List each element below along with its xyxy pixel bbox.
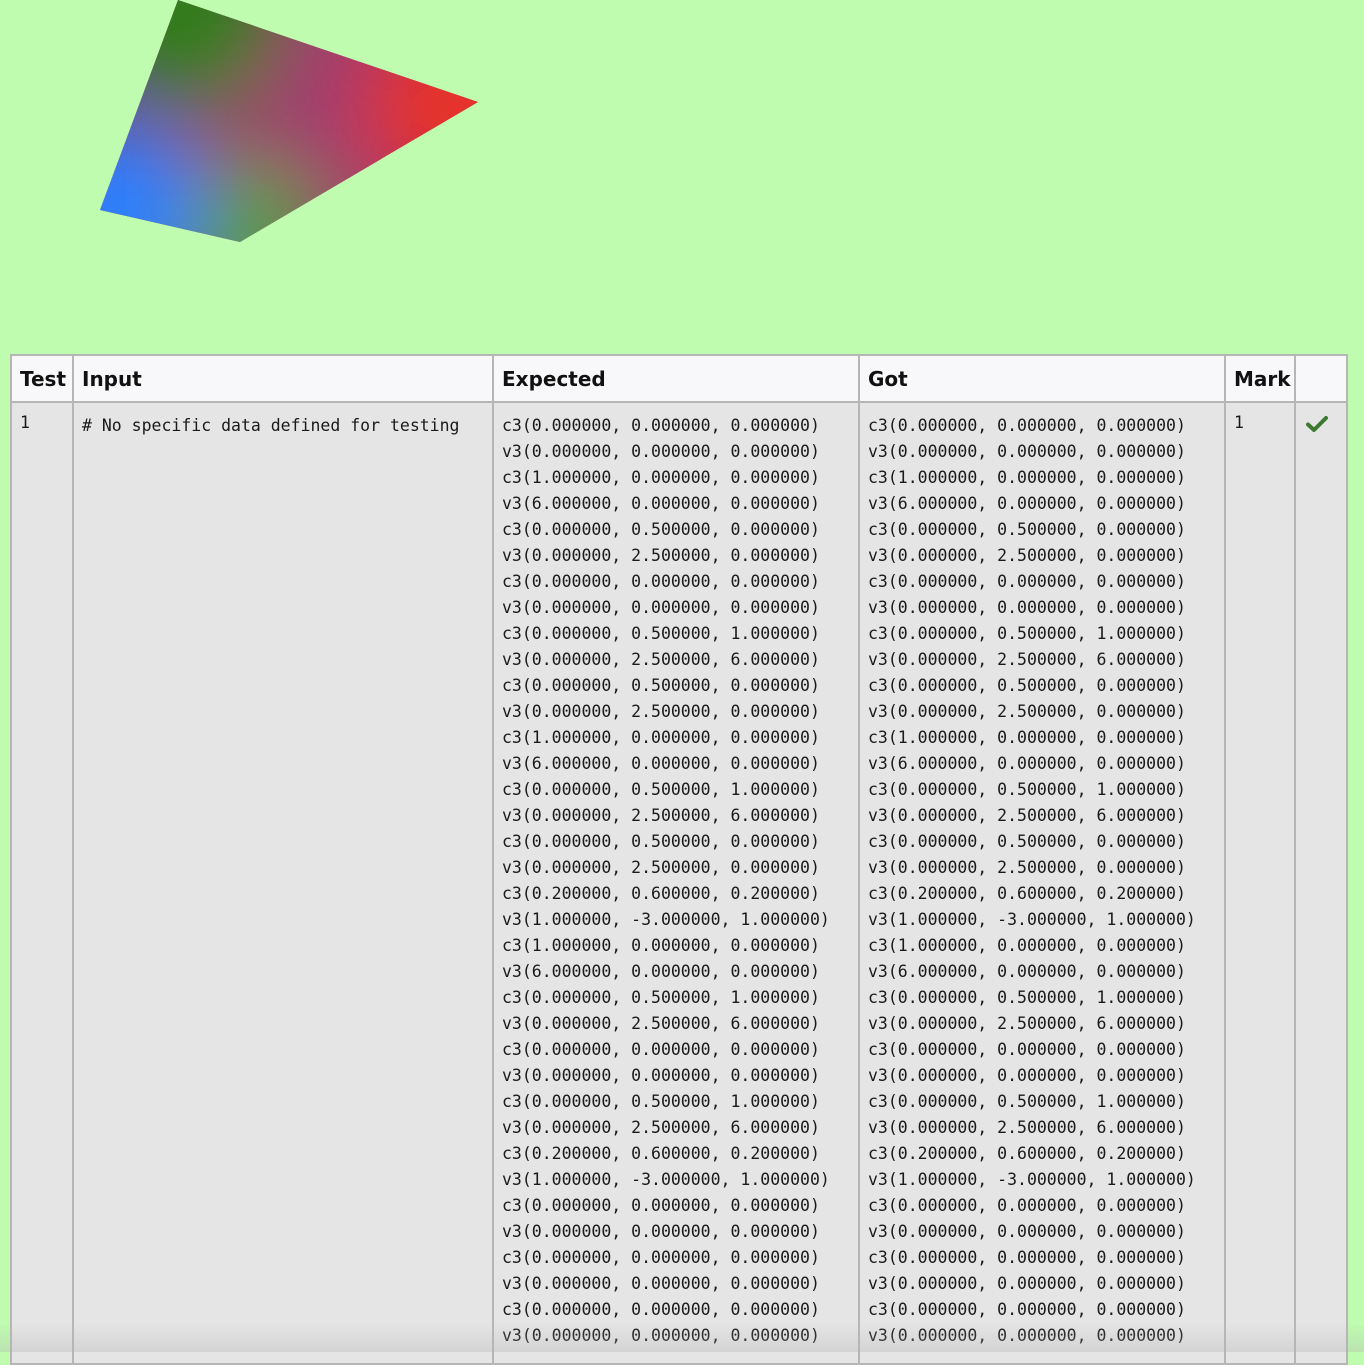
got-line: c3(0.000000, 0.000000, 0.000000)	[868, 572, 1186, 591]
got-line: v3(0.000000, 0.000000, 0.000000)	[868, 1326, 1186, 1345]
got-line: v3(0.000000, 2.500000, 6.000000)	[868, 1014, 1186, 1033]
expected-line: c3(1.000000, 0.000000, 0.000000)	[502, 728, 820, 747]
table-row: 1 # No specific data defined for testing…	[10, 401, 1348, 1365]
got-line: c3(0.000000, 0.500000, 1.000000)	[868, 988, 1186, 1007]
expected-line: v3(0.000000, 2.500000, 0.000000)	[502, 546, 820, 565]
got-line: v3(0.000000, 2.500000, 0.000000)	[868, 702, 1186, 721]
got-line: c3(0.000000, 0.000000, 0.000000)	[868, 416, 1186, 435]
got-line: v3(0.000000, 0.000000, 0.000000)	[868, 1066, 1186, 1085]
cell-expected: c3(0.000000, 0.000000, 0.000000) v3(0.000…	[492, 401, 860, 1365]
got-line: c3(0.000000, 0.000000, 0.000000)	[868, 1040, 1186, 1059]
expected-output: c3(0.000000, 0.000000, 0.000000) v3(0.000…	[502, 413, 850, 1349]
expected-line: c3(0.000000, 0.500000, 0.000000)	[502, 520, 820, 539]
got-line: v3(0.000000, 0.000000, 0.000000)	[868, 1274, 1186, 1293]
expected-line: v3(0.000000, 2.500000, 0.000000)	[502, 702, 820, 721]
got-line: c3(1.000000, 0.000000, 0.000000)	[868, 936, 1186, 955]
got-line: c3(0.000000, 0.000000, 0.000000)	[868, 1300, 1186, 1319]
expected-line: c3(1.000000, 0.000000, 0.000000)	[502, 468, 820, 487]
expected-line: c3(0.000000, 0.000000, 0.000000)	[502, 1040, 820, 1059]
expected-line: v3(0.000000, 0.000000, 0.000000)	[502, 1274, 820, 1293]
got-line: v3(0.000000, 0.000000, 0.000000)	[868, 442, 1186, 461]
expected-line: c3(0.000000, 0.000000, 0.000000)	[502, 416, 820, 435]
header-expected: Expected	[492, 354, 860, 403]
expected-line: c3(0.000000, 0.500000, 0.000000)	[502, 676, 820, 695]
webgl-render-area	[0, 0, 1364, 352]
expected-line: v3(0.000000, 0.000000, 0.000000)	[502, 442, 820, 461]
expected-line: v3(0.000000, 2.500000, 0.000000)	[502, 858, 820, 877]
expected-line: v3(0.000000, 0.000000, 0.000000)	[502, 1222, 820, 1241]
expected-line: c3(0.200000, 0.600000, 0.200000)	[502, 1144, 820, 1163]
expected-line: v3(0.000000, 0.000000, 0.000000)	[502, 1326, 820, 1345]
test-results-table: Test Input Expected Got Mark 1 # No spec…	[10, 354, 1348, 1365]
expected-line: c3(0.000000, 0.500000, 1.000000)	[502, 1092, 820, 1111]
expected-line: c3(0.000000, 0.000000, 0.000000)	[502, 1248, 820, 1267]
expected-line: c3(0.000000, 0.000000, 0.000000)	[502, 1196, 820, 1215]
got-line: c3(0.000000, 0.500000, 0.000000)	[868, 520, 1186, 539]
expected-line: v3(0.000000, 2.500000, 6.000000)	[502, 806, 820, 825]
got-line: v3(1.000000, -3.000000, 1.000000)	[868, 910, 1196, 929]
rendered-quad-canvas	[100, 0, 478, 242]
got-line: v3(0.000000, 2.500000, 6.000000)	[868, 806, 1186, 825]
expected-line: c3(0.200000, 0.600000, 0.200000)	[502, 884, 820, 903]
cell-got: c3(0.000000, 0.000000, 0.000000) v3(0.000…	[858, 401, 1226, 1365]
cell-mark: 1	[1224, 401, 1296, 1365]
expected-line: v3(6.000000, 0.000000, 0.000000)	[502, 962, 820, 981]
expected-line: v3(0.000000, 2.500000, 6.000000)	[502, 1014, 820, 1033]
cell-status	[1294, 401, 1348, 1365]
got-line: v3(0.000000, 0.000000, 0.000000)	[868, 598, 1186, 617]
expected-line: c3(0.000000, 0.500000, 1.000000)	[502, 780, 820, 799]
shaded-quad	[100, 0, 478, 242]
got-line: v3(0.000000, 2.500000, 6.000000)	[868, 1118, 1186, 1137]
got-line: c3(0.000000, 0.500000, 0.000000)	[868, 676, 1186, 695]
expected-line: c3(0.000000, 0.000000, 0.000000)	[502, 572, 820, 591]
got-line: v3(0.000000, 0.000000, 0.000000)	[868, 1222, 1186, 1241]
got-line: c3(0.000000, 0.500000, 1.000000)	[868, 624, 1186, 643]
header-status	[1294, 354, 1348, 403]
got-line: c3(0.200000, 0.600000, 0.200000)	[868, 1144, 1186, 1163]
expected-line: v3(0.000000, 2.500000, 6.000000)	[502, 650, 820, 669]
expected-line: c3(0.000000, 0.500000, 0.000000)	[502, 832, 820, 851]
got-line: v3(0.000000, 2.500000, 6.000000)	[868, 650, 1186, 669]
got-line: v3(6.000000, 0.000000, 0.000000)	[868, 962, 1186, 981]
expected-line: v3(0.000000, 0.000000, 0.000000)	[502, 1066, 820, 1085]
cell-input: # No specific data defined for testing	[72, 401, 494, 1365]
cell-test-number: 1	[10, 401, 74, 1365]
got-line: c3(0.000000, 0.500000, 0.000000)	[868, 832, 1186, 851]
expected-line: v3(0.000000, 0.000000, 0.000000)	[502, 598, 820, 617]
got-line: c3(0.000000, 0.500000, 1.000000)	[868, 780, 1186, 799]
got-line: c3(0.000000, 0.500000, 1.000000)	[868, 1092, 1186, 1111]
got-line: v3(0.000000, 2.500000, 0.000000)	[868, 546, 1186, 565]
got-line: v3(6.000000, 0.000000, 0.000000)	[868, 754, 1186, 773]
got-output: c3(0.000000, 0.000000, 0.000000) v3(0.000…	[868, 413, 1216, 1349]
got-line: v3(0.000000, 2.500000, 0.000000)	[868, 858, 1186, 877]
expected-line: v3(1.000000, -3.000000, 1.000000)	[502, 910, 830, 929]
table-header-row: Test Input Expected Got Mark	[10, 354, 1348, 403]
expected-line: v3(6.000000, 0.000000, 0.000000)	[502, 494, 820, 513]
expected-line: c3(0.000000, 0.500000, 1.000000)	[502, 988, 820, 1007]
expected-line: v3(6.000000, 0.000000, 0.000000)	[502, 754, 820, 773]
expected-line: c3(0.000000, 0.500000, 1.000000)	[502, 624, 820, 643]
expected-line: c3(0.000000, 0.000000, 0.000000)	[502, 1300, 820, 1319]
input-text: # No specific data defined for testing	[82, 416, 460, 435]
got-line: v3(6.000000, 0.000000, 0.000000)	[868, 494, 1186, 513]
header-test: Test	[10, 354, 74, 403]
header-got: Got	[858, 354, 1226, 403]
expected-line: c3(1.000000, 0.000000, 0.000000)	[502, 936, 820, 955]
got-line: c3(0.000000, 0.000000, 0.000000)	[868, 1248, 1186, 1267]
expected-line: v3(0.000000, 2.500000, 6.000000)	[502, 1118, 820, 1137]
header-input: Input	[72, 354, 494, 403]
got-line: c3(0.000000, 0.000000, 0.000000)	[868, 1196, 1186, 1215]
got-line: c3(0.200000, 0.600000, 0.200000)	[868, 884, 1186, 903]
checkmark-icon	[1306, 416, 1328, 432]
got-line: c3(1.000000, 0.000000, 0.000000)	[868, 468, 1186, 487]
got-line: v3(1.000000, -3.000000, 1.000000)	[868, 1170, 1196, 1189]
header-mark: Mark	[1224, 354, 1296, 403]
expected-line: v3(1.000000, -3.000000, 1.000000)	[502, 1170, 830, 1189]
got-line: c3(1.000000, 0.000000, 0.000000)	[868, 728, 1186, 747]
